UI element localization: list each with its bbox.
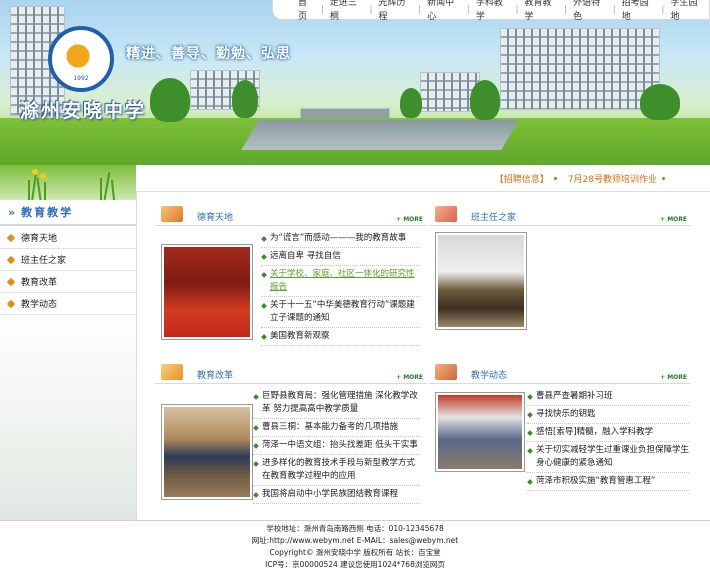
school-logo: 1992 — [48, 26, 114, 92]
notice-label[interactable]: 【招聘信息】 — [495, 172, 549, 185]
section-banzhuren: 班主任之家 + MORE — [429, 204, 691, 354]
double-arrow-icon: » — [8, 205, 16, 219]
list-item[interactable]: 关于十一五“中华美德教育行动”课题建立子课题的通知 — [261, 297, 419, 328]
paper-icon — [161, 364, 183, 380]
folder-icon — [435, 206, 457, 222]
dot-icon — [662, 176, 665, 180]
list-item[interactable]: 进多样化的教育技术手段与新型教学方式在教育教学过程中的应用 — [253, 455, 419, 486]
nav-home[interactable]: 首页 — [292, 0, 321, 24]
sidebar: » 教育教学 德育天地 班主任之家 教育改革 教学动态 — [0, 200, 136, 520]
footer: 学校地址：滁州青岛南路西侧 电话：010-12345678 网址:http://… — [0, 520, 710, 574]
deyu-photo — [161, 244, 253, 340]
more-link[interactable]: + MORE — [660, 374, 687, 381]
sidebar-item-dongtai[interactable]: 教学动态 — [0, 293, 136, 315]
main-content: 德育天地 + MORE 为“谎言”而感动———我的教育故事 远离自卑 寻找自信 … — [136, 192, 710, 520]
bullet-icon — [6, 277, 16, 286]
news-list: 巨野县教育局：强化管理措施 深化教学改革 努力提高高中教学质量 曹县三桐：基本能… — [253, 388, 419, 504]
more-link[interactable]: + MORE — [396, 374, 423, 381]
banzhuren-photo — [435, 232, 527, 330]
footer-address: 学校地址：滁州青岛南路西侧 电话：010-12345678 — [266, 524, 444, 533]
section-header: 德育天地 + MORE — [155, 204, 427, 226]
nav-language[interactable]: 外语特色 — [567, 0, 613, 24]
nav-admissions[interactable]: 招考园地 — [616, 0, 662, 24]
section-title: 班主任之家 — [471, 213, 517, 223]
bird-icon — [66, 44, 96, 74]
section-header: 教育改革 + MORE — [155, 362, 427, 384]
list-item[interactable]: 美国教育新观察 — [261, 328, 419, 346]
nav-news[interactable]: 新闻中心 — [421, 0, 467, 24]
nav-students[interactable]: 学生园地 — [664, 0, 710, 24]
sidebar-item-deyu[interactable]: 德育天地 — [0, 227, 136, 249]
grass-decoration — [0, 165, 136, 201]
gaige-photo — [161, 404, 253, 500]
list-item[interactable]: 寻找快乐的钥匙 — [527, 406, 689, 424]
nav-education[interactable]: 教育教学 — [518, 0, 564, 24]
list-item[interactable]: 巨野县教育局：强化管理措施 深化教学改革 努力提高高中教学质量 — [253, 388, 419, 419]
bullet-icon — [6, 255, 16, 264]
bullet-icon — [6, 299, 16, 308]
road-image — [241, 120, 519, 150]
school-motto: 精进、善导、勤勉、弘思 — [126, 46, 291, 62]
list-item[interactable]: 关于切实减轻学生过重课业负担保障学生身心健康的紧急通知 — [527, 442, 689, 473]
list-item[interactable]: 菏泽一中语文组：抬头找差距 低头干实事 — [253, 437, 419, 455]
list-item[interactable]: 远离自卑 寻找自信 — [261, 248, 419, 266]
sidebar-item-gaige[interactable]: 教育改革 — [0, 271, 136, 293]
list-item[interactable]: 感悟[索导]精髓，融入学科教学 — [527, 424, 689, 442]
logo-year: 1992 — [73, 75, 89, 82]
list-item[interactable]: 菏泽市积极实施“教育管惠工程” — [527, 473, 689, 491]
nav-subjects[interactable]: 学科教学 — [470, 0, 516, 24]
cup-icon — [435, 364, 457, 380]
notice-bar: 【招聘信息】 7月28号教师培训作业 — [136, 165, 710, 192]
section-title: 教学动态 — [471, 371, 508, 381]
list-item[interactable]: 曹县三桐：基本能力备考的几项措施 — [253, 419, 419, 437]
dongtai-photo — [435, 392, 525, 472]
footer-website: 网址:http://www.webym.net E-MAIL：sales@web… — [251, 536, 459, 545]
section-title: 德育天地 — [197, 213, 234, 223]
footer-copyright: Copyright© 滁州安晓中学 版权所有 站长：百宝堂 — [269, 548, 441, 557]
more-link[interactable]: + MORE — [660, 216, 687, 223]
header-banner: 首页 | 走进三桐 | 光辉历程 | 新闻中心 | 学科教学 | 教育教学 | 外语特色 | … — [0, 0, 710, 165]
list-item[interactable]: 我国将启动中小学民族团结教育课程 — [253, 486, 419, 504]
sidebar-item-banzhuren[interactable]: 班主任之家 — [0, 249, 136, 271]
bullet-icon — [6, 233, 16, 242]
nav-history[interactable]: 光辉历程 — [373, 0, 419, 24]
section-title: 教育改革 — [197, 371, 234, 381]
list-item[interactable]: 为“谎言”而感动———我的教育故事 — [261, 230, 419, 248]
page: 首页 | 走进三桐 | 光辉历程 | 新闻中心 | 学科教学 | 教育教学 | 外语特色 | … — [0, 0, 710, 574]
section-gaige: 教育改革 + MORE 巨野县教育局：强化管理措施 深化教学改革 努力提高高中教… — [155, 362, 427, 512]
sidebar-title: » 教育教学 — [0, 200, 136, 226]
dot-icon — [553, 176, 557, 180]
section-dongtai: 教学动态 + MORE 曹县严查暑期补习班 寻找快乐的钥匙 感悟[索导]精髓，融… — [429, 362, 691, 512]
list-item[interactable]: 曹县严查暑期补习班 — [527, 388, 689, 406]
footer-icp: ICP号：京00000524 建议您使用1024*768浏览网页 — [265, 560, 445, 569]
section-deyu: 德育天地 + MORE 为“谎言”而感动———我的教育故事 远离自卑 寻找自信 … — [155, 204, 427, 354]
nav-about[interactable]: 走进三桐 — [324, 0, 370, 24]
school-name: 滁州安晓中学 — [20, 100, 147, 122]
list-item[interactable]: 关于学校、家庭、社区一体化的研究性报告 — [261, 266, 419, 297]
building-image — [500, 28, 660, 110]
notice-link[interactable]: 7月28号教师培训作业 — [568, 172, 657, 185]
news-list: 曹县严查暑期补习班 寻找快乐的钥匙 感悟[索导]精髓，融入学科教学 关于切实减轻… — [527, 388, 689, 491]
book-icon — [161, 206, 183, 222]
section-header: 班主任之家 + MORE — [429, 204, 691, 226]
section-header: 教学动态 + MORE — [429, 362, 691, 384]
news-list: 为“谎言”而感动———我的教育故事 远离自卑 寻找自信 关于学校、家庭、社区一体… — [261, 230, 419, 346]
top-nav: 首页 | 走进三桐 | 光辉历程 | 新闻中心 | 学科教学 | 教育教学 | 外语特色 | … — [292, 0, 710, 22]
more-link[interactable]: + MORE — [396, 216, 423, 223]
